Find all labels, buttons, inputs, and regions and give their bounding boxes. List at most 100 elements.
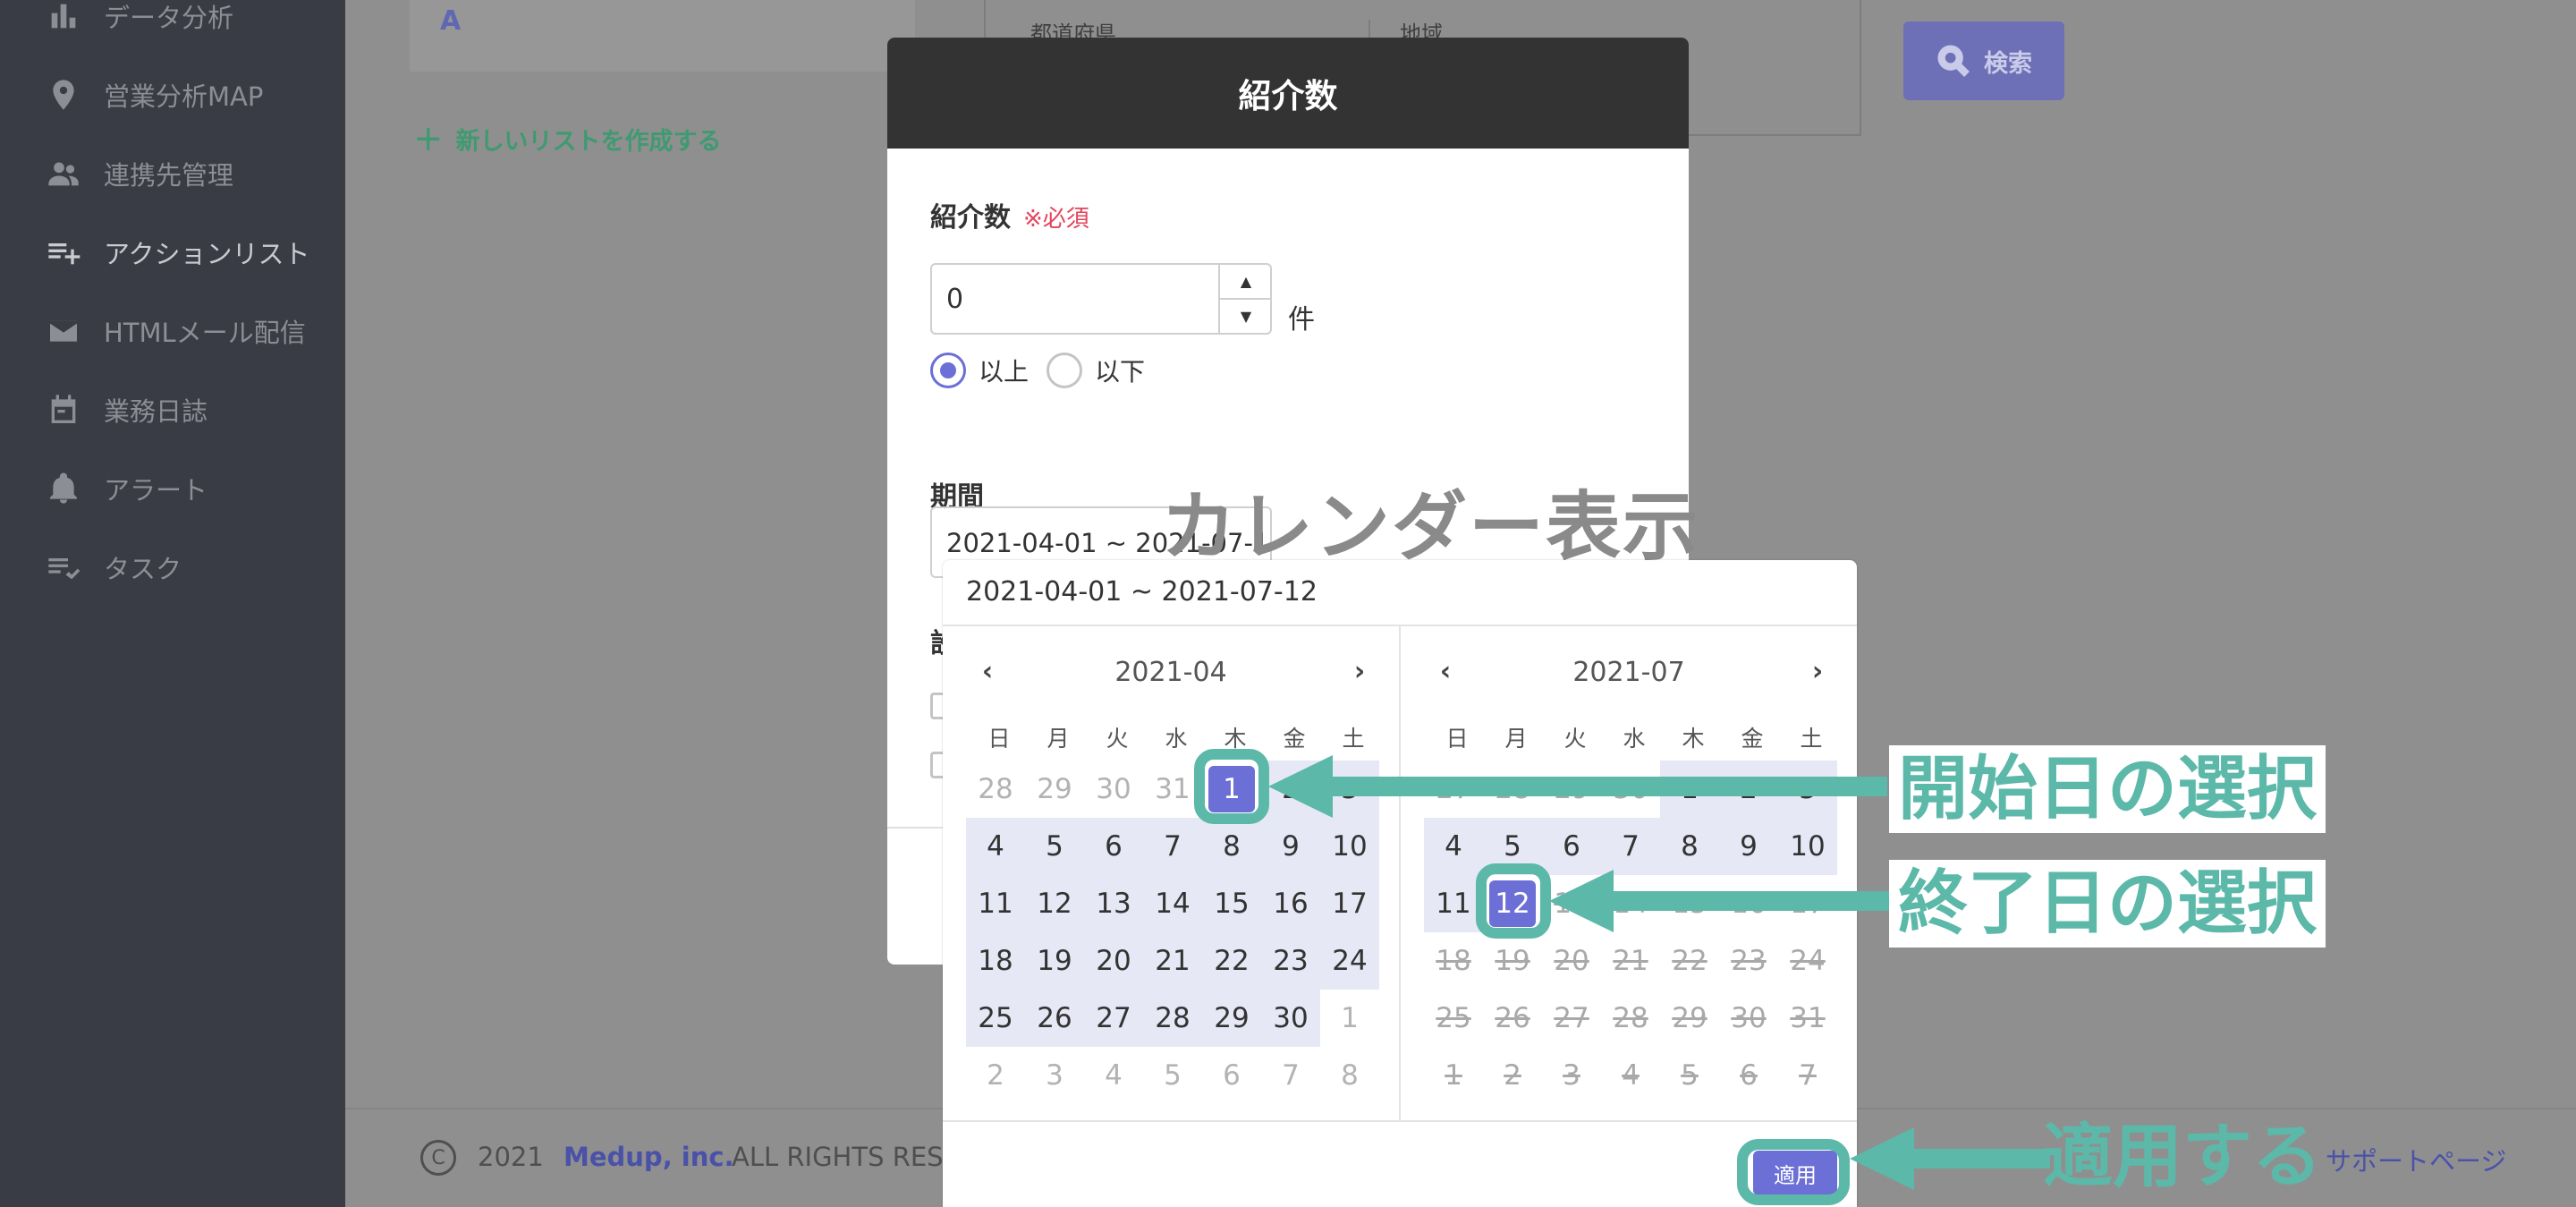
calendar-day[interactable]: 27 [1084,990,1143,1047]
calendar-day-number: 16 [1273,888,1309,920]
calendar-day[interactable]: 26 [1025,990,1084,1047]
bell-icon [45,470,82,507]
calendar-day: 22 [1660,932,1719,990]
footer-company-link[interactable]: Medup, inc. [564,1142,734,1172]
calendar-week: 25 26 27 28 29 30 31 [1424,990,1837,1047]
sidebar-item-label: アクションリスト [104,239,310,269]
create-new-list-link[interactable]: + 新しいリストを作成する [413,121,722,157]
radio-circle[interactable] [930,353,966,388]
calendar-day[interactable]: 1 [1320,990,1379,1047]
calendar-icon [45,391,82,429]
calendar-day[interactable]: 25 [966,990,1025,1047]
calendar-day[interactable]: 7 [1601,818,1660,875]
next-month-button[interactable]: › [1800,653,1835,689]
calendar-day[interactable]: 23 [1261,932,1320,990]
annotation-calendar-display: カレンダー表示 [1161,483,1700,571]
calendar-day[interactable]: 19 [1025,932,1084,990]
calendar-day[interactable]: 15 [1202,875,1261,932]
calendar-day[interactable]: 29 [1202,990,1261,1047]
calendar-day[interactable]: 8 [1660,818,1719,875]
calendar-day[interactable]: 9 [1261,818,1320,875]
sidebar-item-html-mail[interactable]: HTMLメール配信 [0,292,345,370]
calendar-day[interactable]: 29 [1025,761,1084,818]
calendar-day[interactable]: 28 [966,761,1025,818]
calendar-day[interactable]: 11 [966,875,1025,932]
sidebar-item-alert[interactable]: アラート [0,449,345,528]
radio-below[interactable]: 以下 [1046,353,1145,388]
arrow-left-icon [1850,1127,2050,1190]
sidebar-item-data-analysis[interactable]: データ分析 [0,0,345,55]
calendar-day[interactable]: 9 [1719,818,1778,875]
calendar-day[interactable]: 12 [1025,875,1084,932]
stepper-up-button[interactable]: ▲ [1218,265,1272,299]
calendar-day-number: 5 [1046,830,1063,863]
calendar-day[interactable]: 10 [1320,818,1379,875]
radio-label: 以下 [1095,357,1146,387]
calendar-day-number: 4 [1445,830,1462,863]
calendar-day-number: 27 [1096,1002,1131,1034]
sidebar-item-task[interactable]: タスク [0,528,345,607]
calendar-day-number: 22 [1672,945,1707,977]
calendar-day[interactable]: 14 [1143,875,1202,932]
calendar-day-number: 8 [1681,830,1699,863]
radio-circle[interactable] [1046,353,1082,388]
calendar-day-number: 22 [1214,945,1250,977]
calendar-day-number: 6 [1105,830,1123,863]
calendar-day[interactable]: 30 [1261,990,1320,1047]
action-list-card[interactable] [410,0,915,72]
calendar-day[interactable]: 16 [1261,875,1320,932]
calendar-day[interactable]: 6 [1542,818,1601,875]
weekday-label: 月 [1504,726,1528,752]
sidebar-item-action-list[interactable]: アクションリスト [0,213,345,292]
calendar-day[interactable]: 18 [966,932,1025,990]
calendar-day[interactable]: 30 [1084,761,1143,818]
sidebar-item-sales-map[interactable]: 営業分析MAP [0,55,345,134]
calendar-day[interactable]: 11 [1424,875,1483,932]
picker-divider [943,1120,1857,1122]
calendar-day[interactable]: 13 [1084,875,1143,932]
stepper-down-button[interactable]: ▼ [1218,299,1272,333]
calendar-week: 18 19 20 21 22 23 24 [966,932,1379,990]
calendar-day[interactable]: 7 [1143,818,1202,875]
calendar-day[interactable]: 21 [1143,932,1202,990]
sidebar-item-work-diary[interactable]: 業務日誌 [0,370,345,449]
calendar-day[interactable]: 4 [966,818,1025,875]
calendar-day[interactable]: 17 [1320,875,1379,932]
search-button[interactable]: 検索 [1903,21,2064,100]
calendar-day[interactable]: 6 [1202,1047,1261,1104]
calendar-day[interactable]: 4 [1084,1047,1143,1104]
arrow-left-icon [1549,870,1889,932]
calendar-day[interactable]: 24 [1320,932,1379,990]
calendar-day[interactable]: 5 [1025,818,1084,875]
calendar-day-number: 11 [978,888,1013,920]
calendar-day[interactable]: 5 [1143,1047,1202,1104]
playlist-add-icon [45,234,82,271]
calendar-day[interactable]: 4 [1424,818,1483,875]
count-input[interactable] [934,267,1199,331]
calendar-day[interactable]: 8 [1202,818,1261,875]
highlight-end-date [1476,863,1551,939]
calendar-day[interactable]: 6 [1084,818,1143,875]
calendar-day[interactable]: 2 [966,1047,1025,1104]
sidebar-item-partners[interactable]: 連携先管理 [0,134,345,213]
next-month-button[interactable]: › [1342,653,1377,689]
calendar-day-number: 29 [1214,1002,1250,1034]
support-page-link[interactable]: サポートページ [2326,1141,2506,1178]
picker-range-text: 2021-04-01 ~ 2021-07-12 [966,576,1318,608]
calendar-day-number: 5 [1164,1059,1182,1092]
radio-above[interactable]: 以上 [930,353,1029,388]
calendar-day[interactable]: 20 [1084,932,1143,990]
calendar-day[interactable]: 3 [1025,1047,1084,1104]
calendar-day[interactable]: 22 [1202,932,1261,990]
mail-icon [45,312,82,350]
sidebar-item-label: 営業分析MAP [104,81,264,112]
calendar-day[interactable]: 28 [1143,990,1202,1047]
calendar-day[interactable]: 10 [1778,818,1837,875]
weekday-label: 水 [1165,726,1188,752]
calendar-day[interactable]: 7 [1261,1047,1320,1104]
sidebar-item-label: 連携先管理 [104,160,234,191]
calendar-day[interactable]: 8 [1320,1047,1379,1104]
radio-label: 以上 [979,357,1030,387]
calendar-day: 24 [1778,932,1837,990]
calendar-day-number: 23 [1731,945,1767,977]
